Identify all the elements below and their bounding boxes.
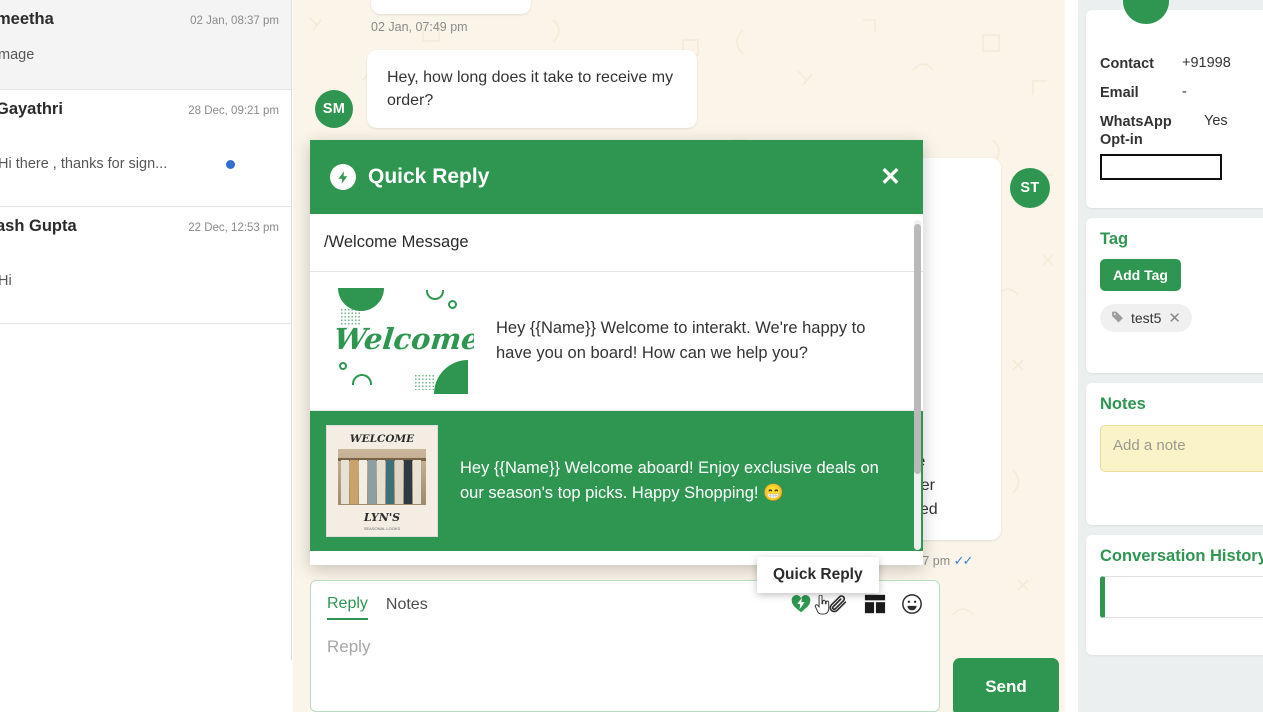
email-value: - <box>1182 84 1187 101</box>
send-button[interactable]: Send <box>953 658 1059 712</box>
avatar: ST <box>1010 168 1050 208</box>
incoming-message-timestamp: 02 Jan, 07:49 pm <box>371 20 468 34</box>
contact-details-panel: Contact +91998 Email - WhatsApp Opt-in Y… <box>1078 0 1263 712</box>
chat-item-time: 28 Dec, 09:21 pm <box>188 105 279 117</box>
whatsapp-optin-value: Yes <box>1204 113 1228 130</box>
composer-icon-bar <box>790 593 923 615</box>
whatsapp-optin-label: WhatsApp Opt-in <box>1100 114 1172 149</box>
message-composer: Reply Notes Reply <box>310 580 940 712</box>
incoming-message-bubble: Hey, how long does it take to receive my… <box>367 50 697 129</box>
close-icon[interactable]: ✕ <box>880 164 901 190</box>
tag-card: Tag Add Tag test5 ✕ <box>1086 218 1263 373</box>
quick-reply-item-text: Hey {{Name}} Welcome aboard! Enjoy exclu… <box>460 459 879 502</box>
quick-reply-search-value: /Welcome Message <box>324 233 469 251</box>
tab-notes[interactable]: Notes <box>386 596 428 619</box>
modal-scrollbar-thumb[interactable] <box>914 224 921 474</box>
quick-reply-icon[interactable] <box>790 593 812 615</box>
contact-row: Contact +91998 <box>1100 55 1263 73</box>
contact-label: Contact <box>1100 56 1154 72</box>
previous-message-bubble-partial <box>371 0 531 14</box>
email-label: Email <box>1100 85 1139 102</box>
tag-card-title: Tag <box>1100 230 1129 248</box>
contact-info-card: Contact +91998 Email - WhatsApp Opt-in Y… <box>1086 10 1263 208</box>
thumbnail-subtitle-text: SEASONAL LOOKS <box>363 526 401 531</box>
emoji-icon[interactable] <box>901 593 923 615</box>
chat-item-time: 02 Jan, 08:37 pm <box>190 15 279 27</box>
chat-item-header: ash Gupta 22 Dec, 12:53 pm <box>0 217 279 236</box>
chat-item-footer: mage <box>0 47 279 63</box>
thumbnail-top-text: WELCOME <box>349 433 415 445</box>
conversation-history-title: Conversation History <box>1100 547 1263 565</box>
unread-indicator-dot <box>226 159 235 169</box>
whatsapp-optin-row: WhatsApp Opt-in Yes <box>1100 113 1263 149</box>
chat-list-item[interactable]: Gayathri 28 Dec, 09:21 pm Hi there , tha… <box>0 90 291 207</box>
chat-item-header: meetha 02 Jan, 08:37 pm <box>0 10 279 29</box>
chat-item-name: meetha <box>0 10 54 28</box>
add-tag-button[interactable]: Add Tag <box>1100 259 1181 291</box>
mouse-cursor-pointer-icon <box>813 594 831 622</box>
chat-item-time: 22 Dec, 12:53 pm <box>188 222 279 234</box>
avatar: SM <box>315 90 353 129</box>
quick-reply-list-item[interactable]: WELCOME LYN'S SEASONAL LOOKS Hey {{Name}… <box>310 411 923 551</box>
notes-card: Notes Add a note <box>1086 383 1263 525</box>
optin-highlight-box[interactable] <box>1100 153 1222 180</box>
read-receipt-ticks-icon: ✓✓ <box>953 553 974 568</box>
chat-item-preview: Hi <box>0 273 12 289</box>
tag-icon <box>1111 310 1124 326</box>
chat-item-preview: mage <box>0 47 35 63</box>
chat-list-sidebar: meetha 02 Jan, 08:37 pm mage Gayathri 28… <box>0 0 292 660</box>
chat-item-preview: Hi there , thanks for sign... <box>0 156 168 172</box>
quick-reply-item-text: Hey {{Name}} Welcome to interakt. We're … <box>496 319 866 362</box>
reply-input[interactable]: Reply <box>327 637 923 657</box>
conversation-history-card: Conversation History <box>1086 535 1263 655</box>
quick-reply-list-item[interactable]: Welcome Hey {{Name}} Welcome to interakt… <box>310 272 923 411</box>
chat-item-name: Gayathri <box>0 100 63 118</box>
notes-card-title: Notes <box>1100 395 1146 413</box>
email-row: Email - <box>1100 84 1263 102</box>
lyns-welcome-photo-thumbnail: WELCOME LYN'S SEASONAL LOOKS <box>326 425 438 537</box>
conversation-history-item[interactable] <box>1100 576 1263 618</box>
quick-reply-modal: Quick Reply ✕ /Welcome Message Welcome H… <box>310 140 923 565</box>
tag-label: test5 <box>1131 310 1162 326</box>
welcome-script-thumbnail: Welcome <box>326 286 474 396</box>
quick-reply-modal-title: Quick Reply <box>368 165 490 188</box>
thumbnail-brand-text: LYN'S <box>363 511 401 524</box>
chat-item-name: ash Gupta <box>0 217 77 235</box>
template-icon[interactable] <box>864 593 886 615</box>
remove-tag-icon[interactable]: ✕ <box>1168 309 1181 327</box>
quick-reply-modal-header: Quick Reply ✕ <box>310 140 923 214</box>
contact-value: +91998 <box>1182 55 1231 71</box>
tab-reply[interactable]: Reply <box>327 595 368 620</box>
quick-reply-search-input[interactable]: /Welcome Message <box>310 214 923 272</box>
add-note-input[interactable]: Add a note <box>1100 425 1263 472</box>
clothing-rack-photo <box>338 449 426 505</box>
chat-item-header: Gayathri 28 Dec, 09:21 pm <box>0 100 279 119</box>
lightning-bolt-icon <box>330 164 356 190</box>
app-root: meetha 02 Jan, 08:37 pm mage Gayathri 28… <box>0 0 1263 712</box>
chat-list-item[interactable]: meetha 02 Jan, 08:37 pm mage <box>0 0 291 90</box>
quick-reply-tooltip: Quick Reply <box>757 557 879 593</box>
quick-reply-list[interactable]: Welcome Hey {{Name}} Welcome to interakt… <box>310 272 923 565</box>
chat-item-footer: Hi <box>0 273 279 289</box>
chat-list-item[interactable]: ash Gupta 22 Dec, 12:53 pm Hi <box>0 207 291 324</box>
welcome-thumbnail-word: Welcome <box>332 322 474 356</box>
tag-chip[interactable]: test5 ✕ <box>1100 304 1192 332</box>
incoming-message-row: SM Hey, how long does it take to receive… <box>315 50 697 129</box>
chat-item-footer: Hi there , thanks for sign... <box>0 156 279 172</box>
